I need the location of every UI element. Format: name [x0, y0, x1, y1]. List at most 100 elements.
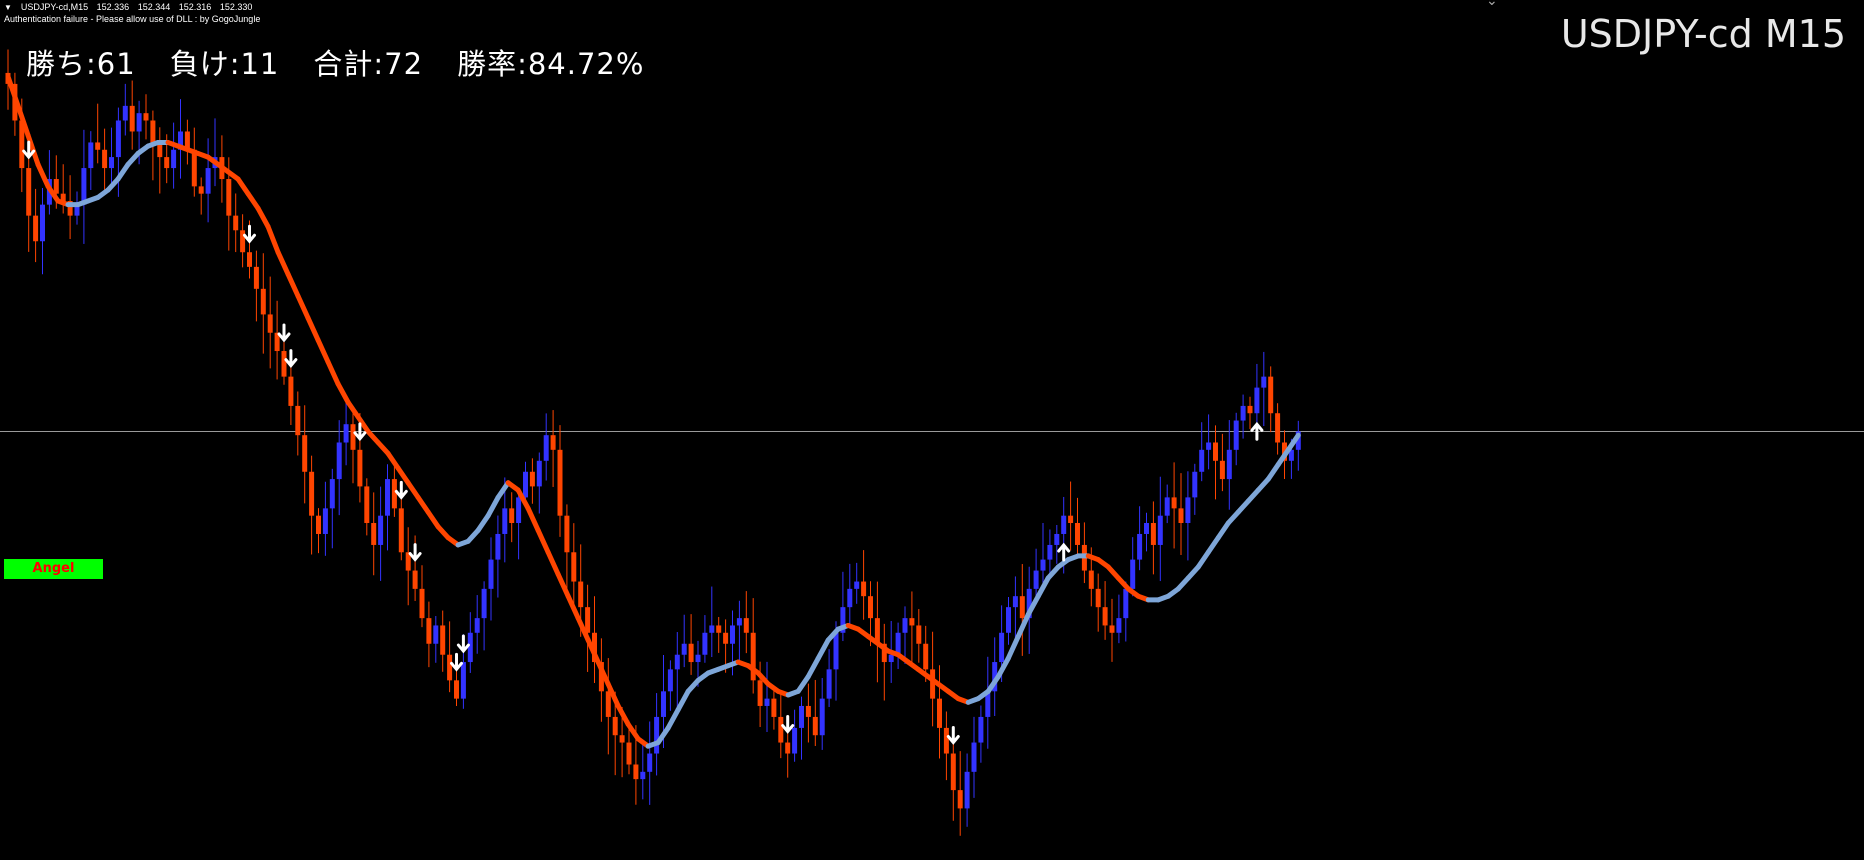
candle-body — [1116, 618, 1122, 633]
candle-body — [419, 588, 425, 619]
ma-line-segment — [395, 465, 411, 486]
candle-body — [661, 691, 666, 717]
candle-body — [1075, 523, 1080, 545]
price-chart[interactable] — [0, 0, 1864, 860]
candle-body — [433, 625, 439, 644]
candle-body — [115, 120, 121, 158]
candle-body — [1192, 471, 1198, 498]
stat-total: 合計:72 — [313, 47, 424, 81]
arrow-down-icon — [450, 652, 463, 672]
ma-line-segment — [425, 509, 441, 530]
candle-body — [288, 376, 294, 406]
ma-line-segment — [805, 655, 821, 680]
candle-body — [1171, 497, 1177, 509]
candle-body — [723, 632, 729, 644]
candle-body — [585, 607, 591, 633]
candle-body — [654, 716, 660, 754]
candle-body — [378, 515, 384, 545]
candle-body — [316, 515, 321, 534]
candle-body — [1247, 405, 1253, 414]
ma-line-segment — [255, 205, 271, 230]
candle-body — [385, 479, 390, 516]
candle-body — [1199, 449, 1205, 472]
ma-line-segment — [485, 494, 501, 519]
ma-line-segment — [235, 176, 251, 197]
ma-line-segment — [285, 271, 301, 299]
ma-line-segment — [615, 703, 631, 727]
candle-body — [391, 479, 397, 509]
candle-body — [1019, 596, 1025, 619]
candle-body — [509, 508, 515, 523]
candle-body — [937, 698, 942, 728]
candle-body — [902, 618, 908, 633]
candle-body — [1088, 570, 1094, 589]
symbol-timeframe: USDJPY-cd,M15 — [20, 2, 89, 12]
candle-body — [805, 705, 811, 717]
arrow-down-icon — [284, 349, 298, 368]
candle-body — [619, 735, 625, 743]
candle-body — [778, 716, 784, 743]
stat-wins: 勝ち:61 — [26, 47, 136, 81]
chart-window[interactable]: ⌄ ▼ USDJPY-cd,M15 152.336 152.344 152.316… — [0, 0, 1864, 860]
ohlc-open: 152.336 — [96, 2, 130, 12]
candle-body — [819, 698, 825, 736]
candle-body — [129, 105, 135, 132]
candle-body — [1240, 405, 1246, 421]
ma-line-segment — [405, 480, 421, 500]
candle-body — [523, 471, 528, 498]
candle-body — [474, 618, 480, 633]
ma-line-segment — [275, 249, 291, 277]
ma-line-segment — [675, 688, 691, 713]
candle-body — [495, 533, 501, 560]
arrow-down-icon — [456, 634, 470, 654]
candle-body — [716, 625, 722, 633]
candle-body — [260, 288, 266, 315]
candle-body — [467, 632, 473, 663]
candle-body — [957, 790, 963, 809]
candle-body — [440, 625, 446, 655]
candle-body — [1109, 625, 1115, 633]
candle-body — [88, 142, 94, 169]
candle-body — [205, 168, 211, 194]
candle-body — [868, 596, 873, 619]
candle-body — [371, 523, 377, 545]
candle-body — [150, 120, 156, 143]
candle-body — [743, 618, 749, 633]
candle-body — [1047, 544, 1053, 560]
candle-body — [1226, 449, 1232, 480]
arrow-down-icon — [394, 480, 408, 500]
arrow-down-icon — [277, 323, 291, 343]
chevron-down-icon[interactable]: ⌄ — [1486, 0, 1498, 8]
candle-body — [447, 654, 453, 681]
candle-body — [647, 753, 653, 772]
candle-body — [33, 215, 39, 242]
candle-body — [1054, 533, 1060, 545]
candle-body — [1213, 442, 1218, 461]
ma-line-segment — [625, 721, 641, 742]
candle-body — [605, 691, 611, 717]
candle-body — [854, 581, 860, 589]
candle-body — [1130, 559, 1136, 589]
candle-body — [1261, 376, 1267, 388]
angel-label[interactable]: Angel — [4, 559, 103, 579]
candle-body — [633, 764, 639, 780]
candle-body — [1150, 523, 1156, 545]
ma-line-segment — [315, 337, 331, 365]
candle-body — [667, 669, 673, 692]
candle-body — [336, 442, 342, 480]
candle-body — [1233, 420, 1239, 450]
candle-body — [771, 698, 777, 717]
stat-win-rate: 勝率:84.72% — [457, 47, 645, 81]
ma-line-segment — [535, 527, 551, 555]
candle-body — [695, 654, 701, 663]
candle-body — [1275, 413, 1281, 443]
candle-body — [1123, 588, 1129, 619]
candle-body — [909, 618, 915, 626]
ma-line-segment — [335, 381, 351, 405]
candle-body — [1095, 588, 1101, 608]
candle-body — [943, 727, 949, 754]
candle-body — [267, 314, 273, 333]
candle-body — [833, 632, 839, 670]
candle-body — [454, 680, 459, 699]
candle-body — [681, 643, 687, 655]
